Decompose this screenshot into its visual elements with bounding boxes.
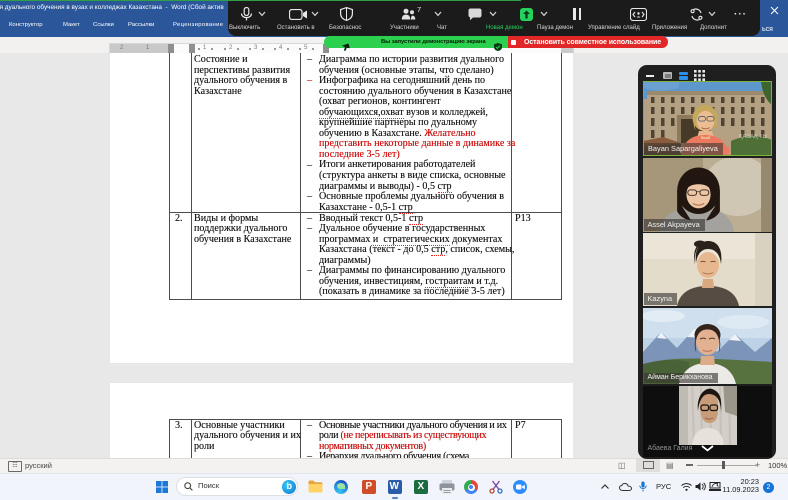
svg-text:ҚАЗАҚ ТВ: ҚАЗАҚ ТВ — [739, 134, 767, 140]
